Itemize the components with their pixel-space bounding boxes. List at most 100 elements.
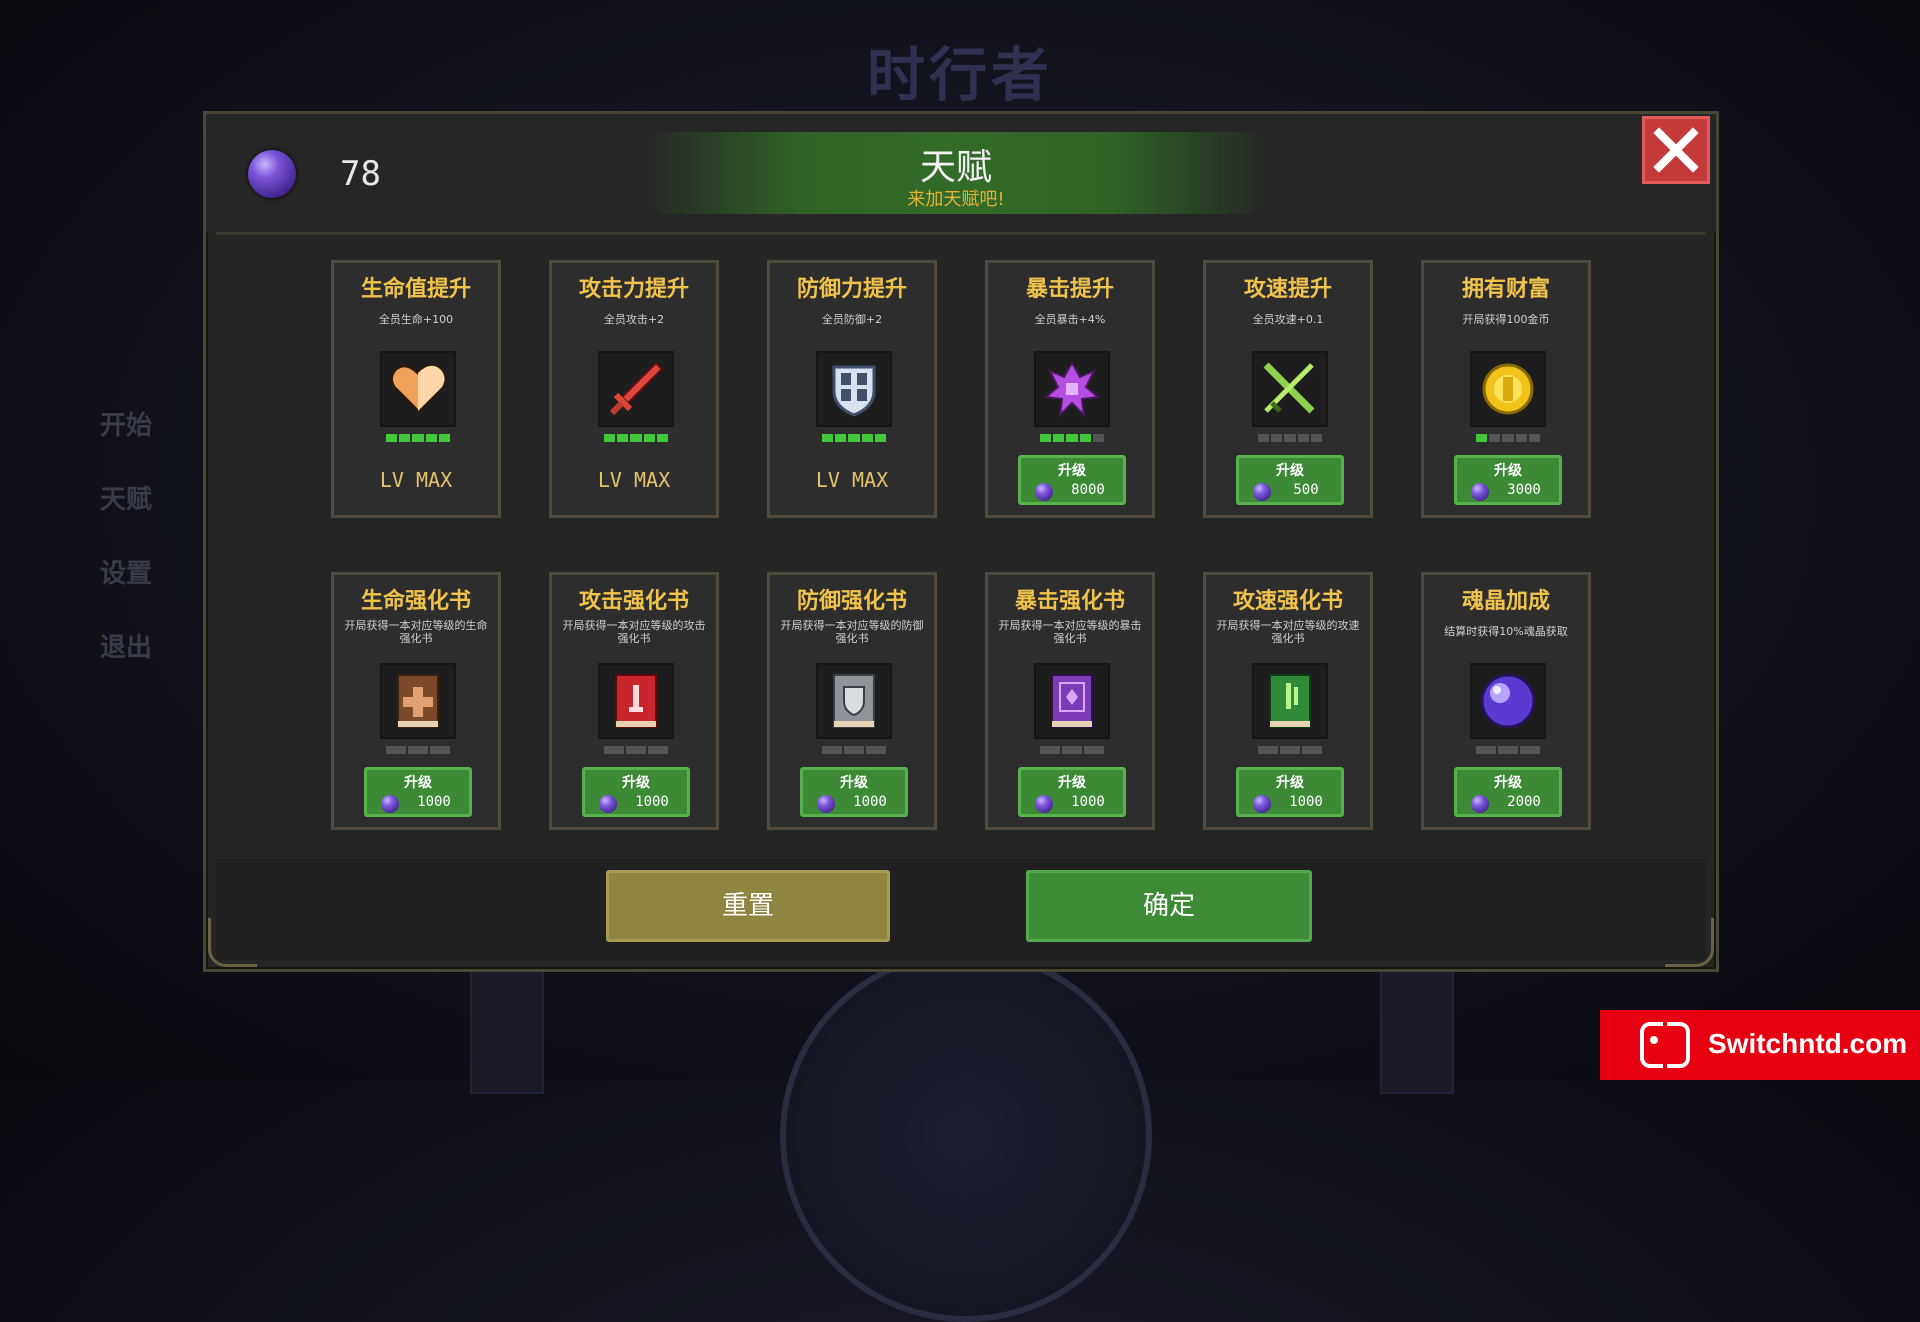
soul-crystal-icon <box>1035 795 1053 813</box>
background-game-title: 时行者 <box>866 41 1053 109</box>
talent-title: 攻击力提升 <box>578 277 689 302</box>
upgrade-cost: 1000 <box>853 794 887 810</box>
talent-icon-frame <box>1252 351 1328 427</box>
talent-card: 攻击强化书 开局获得一本对应等级的攻击强化书 升级 1000 <box>549 572 719 830</box>
background-main-menu: 开始 天赋 设置 退出 <box>100 405 152 701</box>
upgrade-button[interactable]: 升级 1000 <box>1018 767 1126 817</box>
upgrade-label: 升级 <box>1494 463 1522 479</box>
level-progress-bar <box>386 434 451 442</box>
title-banner: 天赋 来加天赋吧! <box>646 132 1266 214</box>
level-segment <box>835 434 847 442</box>
talent-card: 生命强化书开局获得一本对应等级的生命强化书升级 1000 <box>331 572 501 830</box>
soul-crystal-icon <box>1471 795 1489 813</box>
level-segment <box>604 746 624 754</box>
header-divider <box>216 232 1706 235</box>
talent-title: 生命强化书 <box>360 589 471 614</box>
soul-crystal-icon <box>1253 795 1271 813</box>
background-clock <box>780 950 1152 1322</box>
brown-book-icon <box>397 674 439 728</box>
level-segment <box>822 746 842 754</box>
level-segment <box>626 746 646 754</box>
level-segment <box>1476 434 1488 442</box>
level-segment <box>1498 746 1518 754</box>
talent-description: 开局获得100金币 <box>1462 313 1550 326</box>
level-progress-bar <box>386 746 450 754</box>
talent-description: 结算时获得10%魂晶获取 <box>1444 625 1568 638</box>
upgrade-button[interactable]: 升级 2000 <box>1454 767 1562 817</box>
dual-swords-icon <box>1263 362 1315 414</box>
coin-icon <box>1482 363 1534 415</box>
talent-description: 开局获得一本对应等级的生命强化书 <box>344 619 488 645</box>
grey-book-icon <box>833 674 875 728</box>
level-segment <box>386 434 398 442</box>
upgrade-label: 升级 <box>404 775 432 791</box>
talent-card: 攻速提升 全员攻速+0.1 升级 500 <box>1203 260 1373 518</box>
upgrade-cost: 1000 <box>417 794 451 810</box>
level-segment <box>1066 434 1078 442</box>
level-segment <box>1053 434 1065 442</box>
upgrade-label: 升级 <box>840 775 868 791</box>
confirm-button[interactable]: 确定 <box>1026 870 1312 942</box>
sword-icon <box>609 361 664 416</box>
upgrade-button[interactable]: 升级 1000 <box>582 767 690 817</box>
upgrade-label: 升级 <box>1276 775 1304 791</box>
level-segment <box>1284 434 1296 442</box>
upgrade-button[interactable]: 升级 1000 <box>800 767 908 817</box>
upgrade-button[interactable]: 升级 1000 <box>1236 767 1344 817</box>
talent-title: 魂晶加成 <box>1461 589 1550 614</box>
level-segment <box>866 746 886 754</box>
soul-crystal-icon <box>381 795 399 813</box>
menu-item-start: 开始 <box>100 411 153 441</box>
level-segment <box>1310 434 1323 442</box>
level-segment <box>1079 434 1091 442</box>
level-progress-bar <box>604 434 669 442</box>
heart-icon <box>389 364 447 414</box>
talent-title: 防御力提升 <box>796 277 907 302</box>
upgrade-cost: 1000 <box>1071 794 1105 810</box>
soul-crystal-icon <box>248 150 296 198</box>
talent-card: 拥有财富开局获得100金币升级 3000 <box>1421 260 1591 518</box>
level-progress-bar <box>1040 746 1104 754</box>
upgrade-cost: 2000 <box>1507 794 1541 810</box>
green-book-icon <box>1269 674 1311 728</box>
level-progress-bar <box>1476 434 1541 442</box>
talent-description: 开局获得一本对应等级的防御强化书 <box>780 619 924 645</box>
level-segment <box>1297 434 1309 442</box>
dialog-title: 天赋 <box>919 147 992 188</box>
talent-card: 攻速强化书 开局获得一本对应等级的攻速强化书 升级 1000 <box>1203 572 1373 830</box>
watermark-badge: Switchntd.com <box>1600 1010 1920 1080</box>
level-segment <box>1258 434 1270 442</box>
close-button[interactable] <box>1642 116 1710 184</box>
talent-title: 防御强化书 <box>796 589 907 614</box>
upgrade-button[interactable]: 升级 8000 <box>1018 455 1126 505</box>
level-segment <box>604 434 616 442</box>
level-segment <box>1528 434 1541 442</box>
level-progress-bar <box>1258 746 1322 754</box>
level-segment <box>430 746 450 754</box>
talent-icon-frame <box>380 663 456 739</box>
level-segment <box>1302 746 1322 754</box>
level-segment <box>1502 434 1514 442</box>
soul-crystal-icon <box>1253 483 1271 501</box>
soul-crystal-icon <box>1471 483 1489 501</box>
level-progress-bar <box>1476 746 1540 754</box>
reset-button[interactable]: 重置 <box>606 870 890 942</box>
soul-crystal-icon <box>599 795 617 813</box>
upgrade-label: 升级 <box>1058 463 1086 479</box>
talent-card: 防御强化书开局获得一本对应等级的防御强化书升级 1000 <box>767 572 937 830</box>
upgrade-button[interactable]: 升级 1000 <box>364 767 472 817</box>
red-book-icon <box>615 674 657 728</box>
upgrade-button[interactable]: 升级 3000 <box>1454 455 1562 505</box>
dialog-subtitle: 来加天赋吧! <box>907 189 1005 210</box>
upgrade-button[interactable]: 升级 500 <box>1236 455 1344 505</box>
level-segment <box>399 434 411 442</box>
upgrade-cost: 1000 <box>635 794 669 810</box>
menu-item-talent: 天赋 <box>100 485 153 515</box>
soul-crystal-icon <box>1480 673 1536 729</box>
level-max-label: LV MAX <box>379 468 453 492</box>
level-segment <box>648 746 668 754</box>
talent-description: 全员生命+100 <box>378 313 454 326</box>
talent-icon-frame <box>1034 351 1110 427</box>
soul-crystal-icon <box>817 795 835 813</box>
talent-title: 拥有财富 <box>1461 277 1550 302</box>
